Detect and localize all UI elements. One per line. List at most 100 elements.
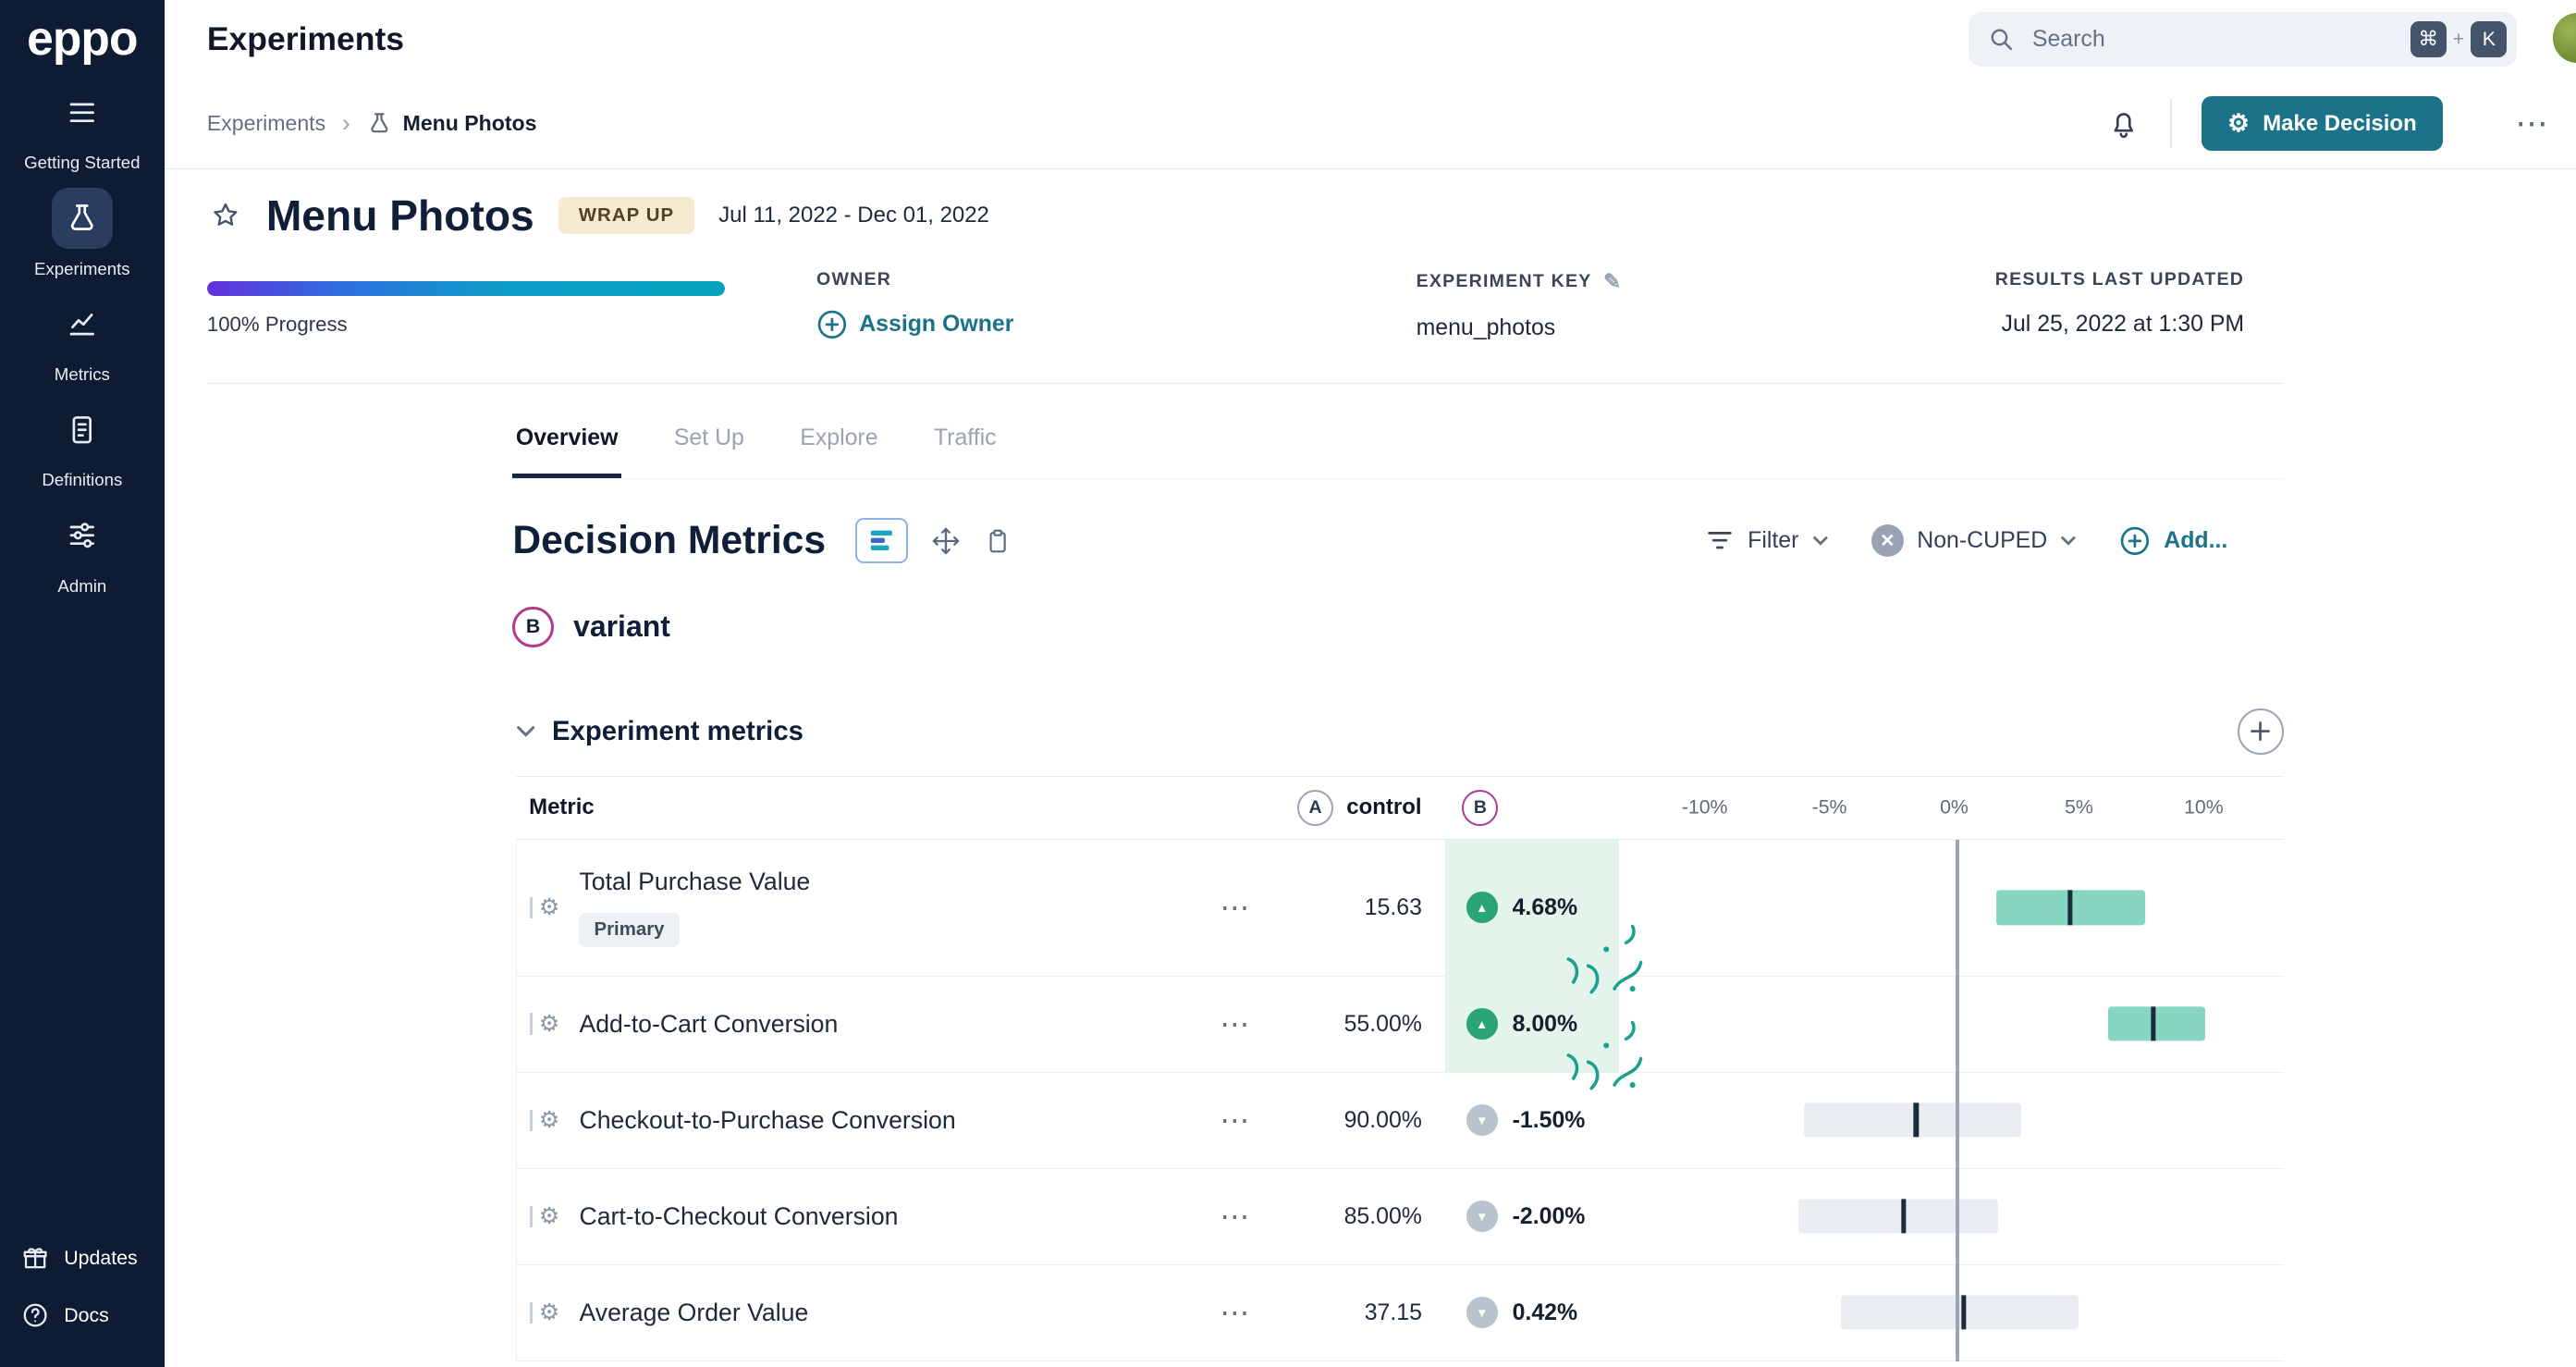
experiment-key-block: EXPERIMENT KEY ✎ menu_photos: [1417, 269, 1623, 340]
add-metric-button[interactable]: Add...: [2119, 525, 2227, 557]
gear-icon: ⚙: [2227, 109, 2250, 138]
metric-name[interactable]: Cart-to-Checkout Conversion: [579, 1202, 898, 1231]
list-icon: [52, 82, 113, 143]
metric-settings-icon[interactable]: ⚙: [530, 1010, 559, 1038]
sidebar-item-getting-started[interactable]: Getting Started: [24, 82, 141, 173]
metric-name[interactable]: Add-to-Cart Conversion: [579, 1010, 838, 1039]
more-menu-button[interactable]: ⋯: [2515, 105, 2549, 142]
move-icon[interactable]: [931, 526, 961, 556]
search-input[interactable]: [2029, 24, 2410, 55]
metric-name[interactable]: Checkout-to-Purchase Conversion: [579, 1106, 955, 1135]
star-icon[interactable]: [210, 200, 241, 231]
progress-label: 100% Progress: [206, 312, 348, 336]
sidebar-item-metrics[interactable]: Metrics: [52, 294, 113, 385]
ci-marker: [2150, 1006, 2156, 1041]
lift-value: 8.00%: [1512, 1010, 1578, 1037]
lift-value: 4.68%: [1512, 893, 1578, 920]
lift-value: -2.00%: [1512, 1202, 1586, 1229]
control-value: 90.00%: [1343, 1106, 1422, 1133]
section-divider: [206, 383, 2284, 384]
table-header: Metric A control B -10% -5% 0% 5% 10%: [515, 775, 2284, 841]
table-row: ⚙ Average Order Value ⋯ 37.15 ▼ 0.42%: [516, 1265, 2284, 1361]
metric-settings-icon[interactable]: ⚙: [530, 1202, 559, 1230]
lift-cell: ▲ 4.68%: [1444, 840, 1642, 994]
variant-label: variant: [573, 610, 670, 644]
decision-metrics-controls: Filter ✕ Non-CUPED Add...: [1705, 523, 2227, 558]
metric-cell: ⚙ Checkout-to-Purchase Conversion ⋯: [517, 1073, 1272, 1168]
tab-overview[interactable]: Overview: [512, 402, 621, 479]
metric-more-button[interactable]: ⋯: [1220, 890, 1249, 925]
remove-cuped-icon[interactable]: ✕: [1871, 523, 1905, 558]
metric-name[interactable]: Average Order Value: [579, 1299, 808, 1327]
metric-cell: ⚙ Total Purchase Value Primary ⋯: [517, 840, 1272, 975]
clipboard-icon[interactable]: [984, 526, 1012, 556]
primary-badge: Primary: [579, 913, 680, 948]
plus-circle-icon: [817, 310, 847, 339]
lift-cell: ▲ 8.00%: [1444, 976, 1642, 1090]
edit-pencil-icon[interactable]: ✎: [1603, 269, 1623, 294]
table-row: ⚙ Total Purchase Value Primary ⋯ 15.63 ▲…: [516, 840, 2284, 994]
tab-explore[interactable]: Explore: [797, 402, 881, 478]
ci-marker: [1913, 1102, 1919, 1138]
axis-tick: 10%: [2184, 795, 2224, 819]
metric-cell: ⚙ Cart-to-Checkout Conversion ⋯: [517, 1169, 1272, 1264]
status-badge: WRAP UP: [558, 196, 694, 235]
control-value: 85.00%: [1343, 1202, 1422, 1229]
results-updated-block: RESULTS LAST UPDATED Jul 25, 2022 at 1:3…: [1995, 269, 2244, 337]
avatar[interactable]: [2553, 13, 2576, 63]
app-window: eppo Getting Started Experiments Metrics: [0, 0, 2576, 1367]
search-box[interactable]: ⌘ + K: [1968, 12, 2518, 67]
variant-row: B variant: [512, 606, 670, 648]
bell-icon[interactable]: [2107, 107, 2141, 141]
cuped-dropdown[interactable]: ✕ Non-CUPED: [1871, 523, 2078, 558]
variant-b-badge: B: [1462, 789, 1499, 826]
sidebar-item-experiments[interactable]: Experiments: [34, 188, 130, 278]
metric-name[interactable]: Total Purchase Value: [579, 868, 810, 896]
metric-more-button[interactable]: ⋯: [1220, 1295, 1249, 1330]
ci-marker: [1901, 1199, 1907, 1234]
metric-settings-icon[interactable]: ⚙: [530, 1106, 559, 1134]
eppo-logo[interactable]: eppo: [0, 0, 165, 76]
filter-dropdown[interactable]: Filter: [1705, 527, 1828, 554]
progress-fill: [206, 280, 725, 296]
breadcrumb-experiments[interactable]: Experiments: [207, 111, 325, 136]
direction-icon: ▼: [1466, 1201, 1498, 1232]
collapse-chevron-icon[interactable]: [516, 725, 535, 738]
tab-traffic[interactable]: Traffic: [930, 402, 1000, 478]
ci-bar: [1841, 1295, 2079, 1330]
metric-settings-icon[interactable]: ⚙: [530, 1299, 559, 1326]
sidebar-item-docs[interactable]: Docs: [0, 1287, 165, 1344]
ci-chart-cell: [1619, 840, 2283, 975]
filter-lines-icon: [1708, 532, 1732, 549]
cmd-key-badge: ⌘: [2410, 21, 2447, 58]
axis-tick: -5%: [1811, 795, 1847, 819]
lift-value: -1.50%: [1512, 1106, 1586, 1133]
chart-view-toggle[interactable]: [855, 518, 909, 563]
ci-chart-cell: [1619, 1169, 2283, 1264]
assign-owner-button[interactable]: Assign Owner: [816, 309, 1013, 340]
metric-more-button[interactable]: ⋯: [1220, 1006, 1249, 1041]
sidebar-item-updates[interactable]: Updates: [0, 1229, 165, 1287]
chevron-right-icon: ›: [341, 109, 350, 138]
table-row: ⚙ Checkout-to-Purchase Conversion ⋯ 90.0…: [516, 1073, 2284, 1169]
sidebar-item-definitions[interactable]: Definitions: [42, 400, 122, 490]
owner-block: OWNER Assign Owner: [816, 269, 1013, 339]
decision-metrics-title: Decision Metrics: [512, 518, 827, 563]
main-content: Menu Photos WRAP UP Jul 11, 2022 - Dec 0…: [164, 169, 2576, 1367]
control-value: 37.15: [1364, 1299, 1422, 1325]
add-metric-circle-button[interactable]: [2238, 708, 2284, 755]
make-decision-button[interactable]: ⚙ Make Decision: [2201, 96, 2444, 151]
question-icon: [21, 1301, 49, 1329]
metric-more-button[interactable]: ⋯: [1220, 1199, 1249, 1234]
sidebar-item-admin[interactable]: Admin: [52, 505, 113, 596]
metric-settings-icon[interactable]: ⚙: [530, 893, 559, 921]
direction-icon: ▼: [1466, 1297, 1498, 1329]
ci-bar: [1803, 1102, 2021, 1138]
definitions-icon: [52, 400, 113, 461]
experiment-hero: Menu Photos WRAP UP Jul 11, 2022 - Dec 0…: [210, 191, 989, 240]
sidebar-nav: Getting Started Experiments Metrics Defi…: [0, 82, 165, 611]
gift-icon: [21, 1244, 49, 1272]
ci-marker: [1961, 1295, 1967, 1330]
metric-more-button[interactable]: ⋯: [1220, 1102, 1249, 1138]
tab-set-up[interactable]: Set Up: [670, 402, 747, 478]
